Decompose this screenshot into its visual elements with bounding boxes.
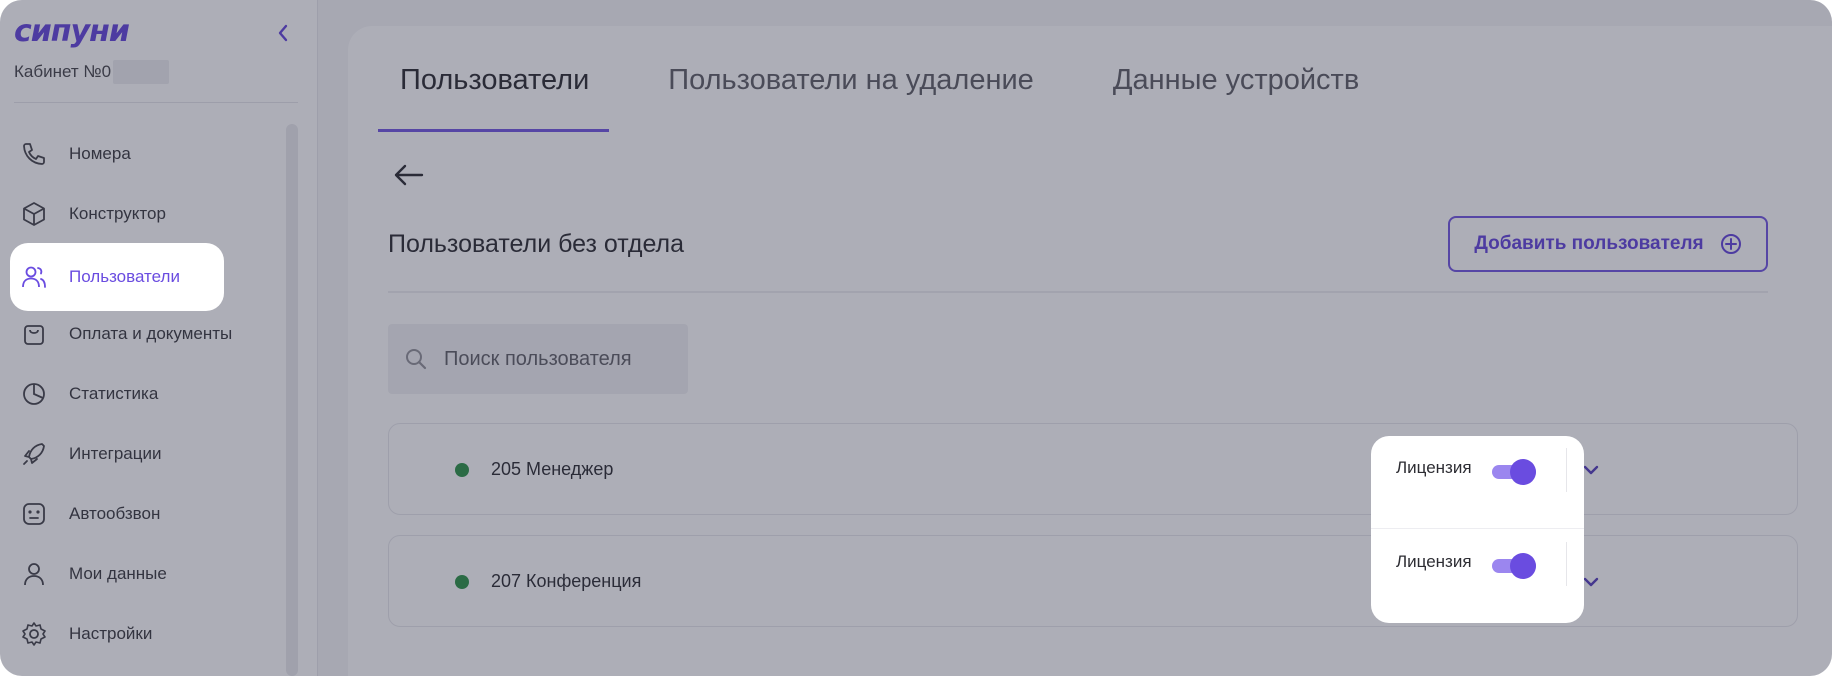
user-name: 207 Конференция <box>491 571 642 591</box>
pie-chart-icon <box>23 383 45 405</box>
tab-users-deletion[interactable]: Пользователи на удаление <box>648 64 1054 132</box>
tab-bar: Пользователи Пользователи на удаление Да… <box>378 64 1418 132</box>
sidebar-item-label: Статистика <box>69 384 159 403</box>
plus-circle-icon <box>1720 234 1741 254</box>
license-panel: Лицензия Лицензия <box>1371 436 1584 623</box>
bag-icon <box>24 325 44 345</box>
collapse-sidebar-button[interactable] <box>272 20 294 46</box>
gear-icon <box>22 622 46 646</box>
sidebar-scrollbar[interactable] <box>286 124 298 676</box>
sidebar-item-label: Конструктор <box>69 204 166 223</box>
add-user-button-label: Добавить пользователя <box>1474 233 1704 254</box>
sidebar-item-label: Номера <box>69 144 131 163</box>
sidebar-item-label: Настройки <box>69 624 153 643</box>
chevron-left-icon <box>278 24 288 42</box>
person-icon <box>24 563 44 586</box>
cabinet-id-mask <box>113 60 170 84</box>
cube-icon <box>23 202 45 226</box>
back-arrow-icon[interactable] <box>392 162 426 188</box>
sidebar-item-integrations[interactable]: Интеграции <box>0 424 290 484</box>
license-toggle[interactable] <box>1492 459 1536 485</box>
section-title: Пользователи без отдела <box>388 230 685 258</box>
license-row: Лицензия <box>1371 436 1584 529</box>
sidebar-nav: Номера Конструктор Оплата и документы Ст… <box>0 124 290 664</box>
user-row[interactable]: 205 Менеджер <box>388 423 1798 515</box>
sidebar-item-label: Интеграции <box>69 444 162 463</box>
sidebar-item-settings[interactable]: Настройки <box>0 604 290 664</box>
cabinet-label: Кабинет №0 <box>14 60 170 84</box>
users-icon <box>22 266 46 288</box>
sidebar: сипуни Кабинет №0 Номера Конструктор Опл… <box>0 0 318 676</box>
sidebar-item-label: Автообзвон <box>69 504 161 523</box>
sidebar-item-statistics[interactable]: Статистика <box>0 364 290 424</box>
tab-users[interactable]: Пользователи <box>378 64 610 132</box>
sidebar-item-constructor[interactable]: Конструктор <box>0 184 290 244</box>
add-user-button[interactable]: Добавить пользователя <box>1448 216 1768 272</box>
license-label: Лицензия <box>1396 458 1472 477</box>
section-divider <box>388 291 1768 293</box>
rocket-icon <box>23 443 45 465</box>
sidebar-item-my-data[interactable]: Мои данные <box>0 544 290 604</box>
main-card: Пользователи Пользователи на удаление Да… <box>348 26 1832 676</box>
sidebar-item-users[interactable]: Пользователи <box>10 243 224 311</box>
sidebar-item-billing[interactable]: Оплата и документы <box>0 304 290 364</box>
user-name: 205 Менеджер <box>491 459 614 479</box>
sidebar-item-label: Мои данные <box>69 564 167 583</box>
robot-icon <box>23 503 45 525</box>
sidebar-item-label: Оплата и документы <box>69 324 233 343</box>
toggle-knob <box>1510 553 1536 579</box>
search-icon <box>406 349 427 370</box>
status-online-dot <box>455 575 469 589</box>
license-toggle[interactable] <box>1492 553 1536 579</box>
license-label: Лицензия <box>1396 552 1472 571</box>
brand-logo[interactable]: сипуни <box>14 14 130 49</box>
app-window: сипуни Кабинет №0 Номера Конструктор Опл… <box>0 0 1832 676</box>
status-online-dot <box>455 463 469 477</box>
sidebar-item-numbers[interactable]: Номера <box>0 124 290 184</box>
phone-icon <box>23 143 45 165</box>
tab-device-data[interactable]: Данные устройств <box>1093 64 1379 132</box>
sidebar-item-autodial[interactable]: Автообзвон <box>0 484 290 544</box>
user-row[interactable]: 207 Конференция <box>388 535 1798 627</box>
cabinet-number: Кабинет №0 <box>14 62 112 81</box>
sidebar-divider <box>14 102 298 103</box>
license-separator <box>1566 448 1567 492</box>
search-input[interactable] <box>444 347 674 371</box>
user-search[interactable] <box>388 324 688 394</box>
license-separator <box>1566 542 1567 586</box>
sidebar-item-label: Пользователи <box>69 267 180 286</box>
toggle-knob <box>1510 459 1536 485</box>
license-row: Лицензия <box>1371 530 1584 623</box>
